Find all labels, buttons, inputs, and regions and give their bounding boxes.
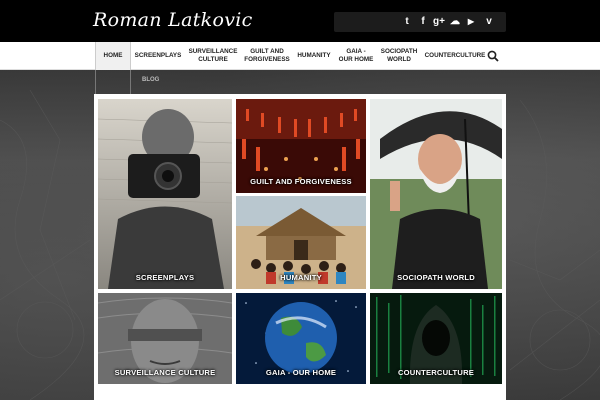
soundcloud-icon[interactable]: ☁ [448,15,462,29]
twitter-icon[interactable]: t [400,15,414,29]
nav-item-counterculture[interactable]: COUNTERCULTURE [424,42,486,70]
vimeo-icon[interactable]: v [482,15,496,29]
nav-label: GUILT AND FORGIVENESS [244,48,290,64]
nav-label-line1: GAIA - [346,48,366,55]
nav-label: SURVEILLANCE CULTURE [189,48,238,64]
tile-humanity[interactable]: HUMANITY [236,196,366,289]
social-links: t f g+ ☁ ▶ v [334,12,506,32]
tile-surveillance-culture[interactable]: SURVEILLANCE CULTURE [98,293,232,384]
nav-label: COUNTERCULTURE [424,52,486,59]
nav-label-line2: OUR HOME [338,56,374,63]
nav-label: GAIA - OUR HOME [339,48,374,64]
main-nav: HOME SCREENPLAYS SURVEILLANCE CULTURE GUI… [0,42,600,70]
nav-label-line1: GUILT AND [250,48,284,55]
tile-screenplays[interactable]: SCREENPLAYS [98,99,232,289]
screenplays-image [98,99,232,289]
nav-label-line2: FORGIVENESS [244,56,290,63]
nav-item-humanity[interactable]: HUMANITY [294,42,334,70]
nav-item-guilt-and-forgiveness[interactable]: GUILT AND FORGIVENESS [242,42,292,70]
youtube-icon[interactable]: ▶ [464,15,478,29]
nav-label-line1: SOCIOPATH [380,48,418,55]
search-icon[interactable] [487,50,499,62]
tile-caption: COUNTERCULTURE [397,368,475,377]
nav-item-gaia-our-home[interactable]: GAIA - OUR HOME [336,42,376,70]
tile-caption: HUMANITY [280,273,322,282]
tile-caption: GAIA - OUR HOME [265,368,337,377]
sociopath-image [370,99,502,289]
nav-item-screenplays[interactable]: SCREENPLAYS [132,42,184,70]
nav-label-line2: WORLD [387,56,411,63]
nav-dropdown-indicator [95,70,131,94]
tile-gaia-our-home[interactable]: GAIA - OUR HOME [236,293,366,384]
nav-item-surveillance-culture[interactable]: SURVEILLANCE CULTURE [186,42,240,70]
nav-label: SOCIOPATH WORLD [381,48,418,64]
tile-sociopath-world[interactable]: SOCIOPATH WORLD [370,99,502,289]
nav-label-line1: SURVEILLANCE [188,48,238,55]
nav-label: HUMANITY [297,52,331,59]
tile-caption: GUILT AND FORGIVENESS [250,177,352,186]
tile-caption: SCREENPLAYS [135,273,195,282]
tile-caption: SOCIOPATH WORLD [397,273,475,282]
tile-caption: SURVEILLANCE CULTURE [114,368,216,377]
content-grid: SCREENPLAYS GUILT AND FORGIVENESS HUMANI… [94,94,506,400]
nav-label: HOME [103,52,123,59]
site-logo[interactable]: Roman Latkovic [93,9,253,31]
nav-item-home[interactable]: HOME [95,42,131,70]
nav-label: SCREENPLAYS [134,52,182,59]
tile-guilt-and-forgiveness[interactable]: GUILT AND FORGIVENESS [236,99,366,193]
site-header: Roman Latkovic t f g+ ☁ ▶ v [0,0,600,42]
google-plus-icon[interactable]: g+ [432,15,446,29]
nav-sub-item-blog[interactable]: BLOG [142,77,159,83]
tile-counterculture[interactable]: COUNTERCULTURE [370,293,502,384]
nav-item-sociopath-world[interactable]: SOCIOPATH WORLD [378,42,420,70]
facebook-icon[interactable]: f [416,15,430,29]
nav-label-line2: CULTURE [198,56,228,63]
